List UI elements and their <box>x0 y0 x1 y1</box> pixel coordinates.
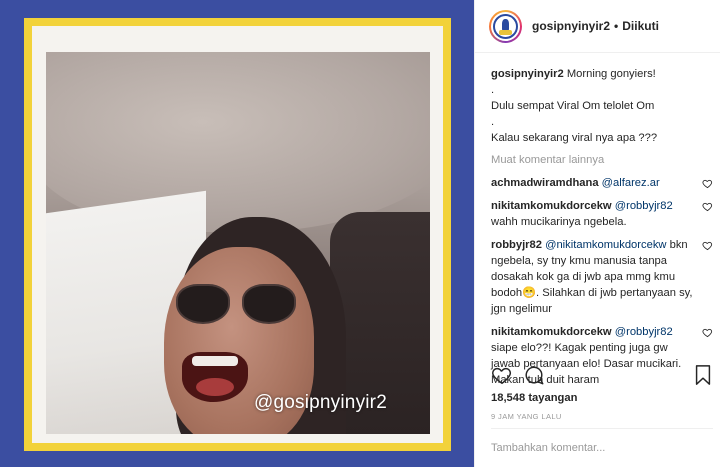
caption-line: . <box>491 116 495 128</box>
comments-section: gosipnyinyir2 Morning gonyiers! . Dulu s… <box>491 66 713 388</box>
comment-input[interactable] <box>491 442 713 454</box>
post-caption: gosipnyinyir2 Morning gonyiers! . Dulu s… <box>491 66 713 146</box>
heart-icon[interactable] <box>491 364 513 386</box>
caption-username[interactable]: gosipnyinyir2 <box>491 68 564 80</box>
comment-username[interactable]: nikitamkomukdorcekw <box>491 326 612 338</box>
comment-text: wahh mucikarinya ngebela. <box>491 216 627 228</box>
video-player[interactable]: @gosipnyinyir2 <box>46 52 430 434</box>
avatar-logo <box>493 13 518 39</box>
comment-username[interactable]: nikitamkomukdorcekw <box>491 200 612 212</box>
comment-mention[interactable]: @nikitamkomukdorcekw <box>545 239 666 251</box>
bookmark-icon[interactable] <box>693 364 713 386</box>
media-inner: @gosipnyinyir2 <box>32 26 443 443</box>
post-actions <box>491 364 713 388</box>
add-comment-box <box>491 442 713 454</box>
post-sidebar: gosipnyinyir2 • Diikuti gosipnyinyir2 Mo… <box>474 0 720 467</box>
follow-button[interactable]: Diikuti <box>622 19 659 33</box>
heart-icon[interactable] <box>702 201 713 212</box>
avatar[interactable] <box>489 9 522 43</box>
divider <box>491 428 713 429</box>
post-timestamp[interactable]: 9 JAM YANG LALU <box>491 412 562 421</box>
heart-icon[interactable] <box>702 327 713 338</box>
comment-username[interactable]: achmadwiramdhana <box>491 177 599 189</box>
comment-item: achmadwiramdhana @alfarez.ar <box>491 175 713 191</box>
video-watermark: @gosipnyinyir2 <box>254 392 387 413</box>
media-frame: @gosipnyinyir2 <box>24 18 451 451</box>
comment-icon[interactable] <box>523 364 545 386</box>
view-count-number: 18,548 <box>491 392 526 404</box>
view-count: 18,548 tayangan <box>491 392 577 404</box>
sunglasses <box>176 284 296 324</box>
post-header: gosipnyinyir2 • Diikuti <box>475 0 720 53</box>
comment-item: robbyjr82 @nikitamkomukdorcekw bkn ngebe… <box>491 237 713 317</box>
header-separator: • <box>614 19 619 33</box>
comment-mention[interactable]: @robbyjr82 <box>615 326 673 338</box>
load-more-comments-link[interactable]: Muat komentar lainnya <box>491 152 713 168</box>
comment-username[interactable]: robbyjr82 <box>491 239 542 251</box>
caption-line: . <box>491 84 495 96</box>
view-count-label: tayangan <box>528 392 578 404</box>
caption-line: Morning gonyiers! <box>566 68 656 80</box>
caption-line: Kalau sekarang viral nya apa ??? <box>491 132 658 144</box>
header-username[interactable]: gosipnyinyir2 <box>532 19 610 33</box>
comment-mention[interactable]: @alfarez.ar <box>602 177 660 189</box>
comment-mention[interactable]: @robbyjr82 <box>615 200 673 212</box>
post-media[interactable]: @gosipnyinyir2 <box>0 0 474 467</box>
heart-icon[interactable] <box>702 178 713 189</box>
caption-line: Dulu sempat Viral Om telolet Om <box>491 100 655 112</box>
comment-item: nikitamkomukdorcekw @robbyjr82 wahh muci… <box>491 198 713 230</box>
heart-icon[interactable] <box>702 240 713 251</box>
